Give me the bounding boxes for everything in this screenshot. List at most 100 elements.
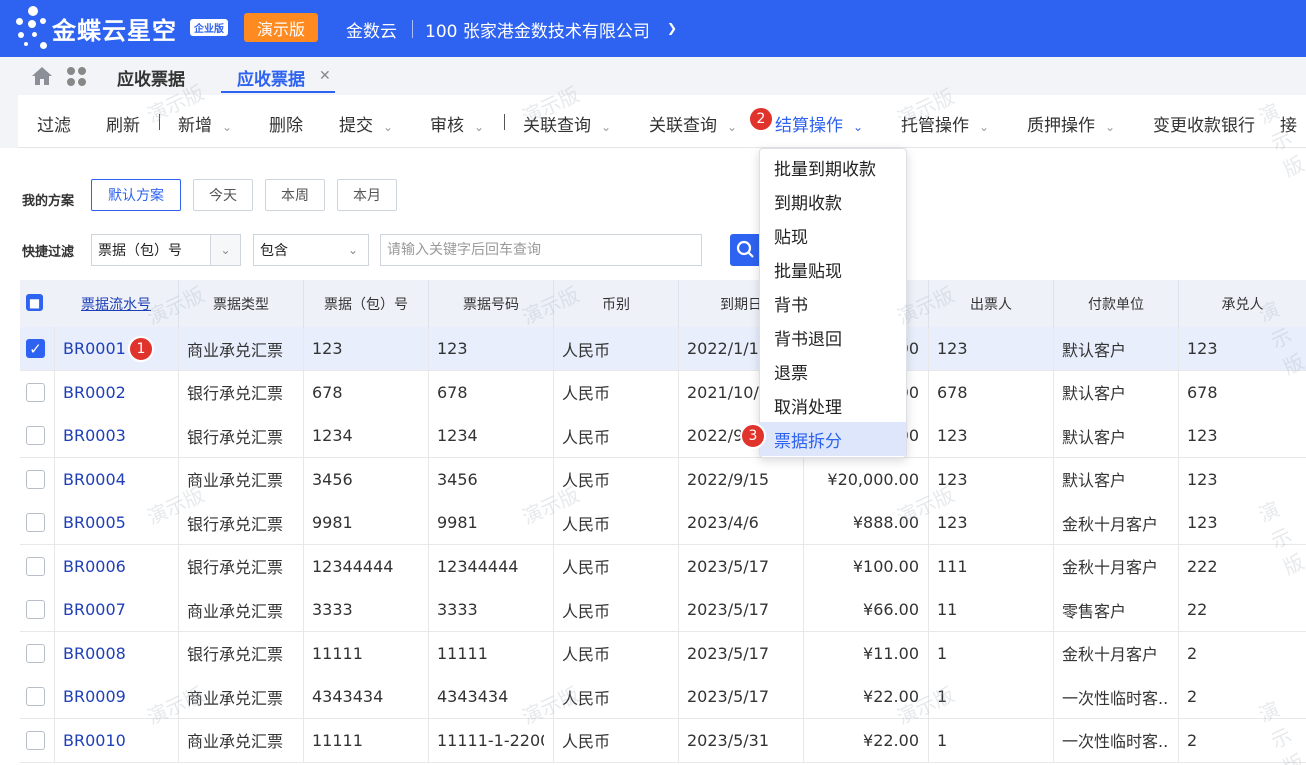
chevron-down-icon[interactable]: ⌄ xyxy=(474,120,484,134)
close-icon[interactable]: ✕ xyxy=(319,68,331,84)
cell-bill-serial[interactable]: BR0004 xyxy=(55,458,169,501)
company-selector[interactable]: 100 张家港金数技术有限公司 xyxy=(425,17,650,42)
scheme-week-button[interactable]: 本周 xyxy=(265,179,325,211)
audit-button[interactable]: 审核 ⌄ xyxy=(430,111,484,136)
custody-menu-button[interactable]: 托管操作 ⌄ xyxy=(901,111,989,136)
cell-bill-serial[interactable]: BR0005 xyxy=(55,501,169,544)
cell-bill-serial[interactable]: BR0003 xyxy=(55,414,169,457)
search-button[interactable] xyxy=(730,234,762,266)
cell-drawer: 1 xyxy=(937,730,948,750)
step-badge-3: 3 xyxy=(740,423,766,449)
menu-item-batch-discount[interactable]: 批量贴现 xyxy=(760,252,906,286)
menu-item-split-bill[interactable]: 票据拆分 xyxy=(760,422,906,456)
add-button[interactable]: 新增 ⌄ xyxy=(178,111,232,136)
cell-bill-serial[interactable]: BR0009 xyxy=(55,675,169,718)
header-bill-type[interactable]: 票据类型 xyxy=(178,280,303,327)
select-all-checkbox[interactable]: ■ xyxy=(26,294,43,311)
chevron-down-icon[interactable]: ⌄ xyxy=(979,120,989,134)
cell-bill-serial[interactable]: BR0008 xyxy=(55,632,169,675)
filter-field-select[interactable]: 票据（包）号 ⌄ xyxy=(91,234,241,266)
table-row[interactable]: BR0007 商业承兑汇票 3333 3333 人民币 2023/5/17 ¥66.00 11… xyxy=(20,588,1306,632)
row-checkbox[interactable]: ✓ xyxy=(26,339,45,358)
chevron-down-icon[interactable]: ⌄ xyxy=(338,235,368,265)
related-query-button-2[interactable]: 关联查询 ⌄ xyxy=(649,111,737,136)
table-row[interactable]: ✓ BR0001 商业承兑汇票 123 123 人民币 2022/1/1 00 123 默认客户 1… xyxy=(20,327,1306,371)
table-row[interactable]: BR0004 商业承兑汇票 3456 3456 人民币 2022/9/15 ¥20,000.… xyxy=(20,457,1306,502)
cell-drawer: 111 xyxy=(937,556,968,576)
header-acceptor[interactable]: 承兑人 xyxy=(1178,280,1306,327)
delete-button[interactable]: 删除 xyxy=(269,111,303,136)
header-payer[interactable]: 付款单位 xyxy=(1053,280,1178,327)
menu-item-discount[interactable]: 贴现 xyxy=(760,218,906,252)
header-currency[interactable]: 币别 xyxy=(553,280,678,327)
product-name[interactable]: 金数云 xyxy=(346,17,397,42)
menu-item-refund[interactable]: 退票 xyxy=(760,354,906,388)
menu-item-cancel[interactable]: 取消处理 xyxy=(760,388,906,422)
chevron-down-icon[interactable]: ⌄ xyxy=(222,120,232,134)
cell-package-no: 12344444 xyxy=(312,556,394,576)
cell-bill-serial[interactable]: BR0006 xyxy=(55,545,169,588)
home-icon[interactable] xyxy=(31,66,53,86)
table-row[interactable]: BR0002 银行承兑汇票 678 678 人民币 2021/10/00 678 默认客户 67… xyxy=(20,370,1306,415)
header-package-no[interactable]: 票据（包）号 xyxy=(303,280,428,327)
tab-receivable-bills-active[interactable]: 应收票据 xyxy=(237,65,305,90)
cell-payer: 默认客户 xyxy=(1062,427,1127,447)
scheme-today-button[interactable]: 今天 xyxy=(193,179,253,211)
row-checkbox[interactable] xyxy=(26,687,45,706)
submit-button[interactable]: 提交 ⌄ xyxy=(339,111,393,136)
related-query-button[interactable]: 关联查询 ⌄ xyxy=(523,111,611,136)
scheme-default-button[interactable]: 默认方案 xyxy=(91,179,181,211)
settlement-dropdown: 批量到期收款 到期收款 贴现 批量贴现 背书 背书退回 退票 取消处理 票据拆分 xyxy=(759,148,907,458)
cell-currency: 人民币 xyxy=(562,471,611,490)
cell-currency: 人民币 xyxy=(562,384,611,403)
chevron-down-icon[interactable]: ⌄ xyxy=(727,120,737,134)
chevron-down-icon[interactable]: ⌄ xyxy=(1105,120,1115,134)
scheme-month-button[interactable]: 本月 xyxy=(337,179,397,211)
refresh-button[interactable]: 刷新 xyxy=(106,111,140,136)
header-bill-serial[interactable]: 票据流水号 xyxy=(54,280,178,327)
edition-tag: 企业版 xyxy=(190,19,228,36)
table-row[interactable]: BR0009 商业承兑汇票 4343434 4343434 人民币 2023/5/17 ¥2… xyxy=(20,675,1306,719)
row-checkbox[interactable] xyxy=(26,426,45,445)
chevron-down-icon[interactable]: ⌄ xyxy=(853,120,863,134)
menu-item-collect[interactable]: 到期收款 xyxy=(760,184,906,218)
filter-button[interactable]: 过滤 xyxy=(37,111,71,136)
filter-operator-select[interactable]: 包含 ⌄ xyxy=(253,234,369,266)
cell-bill-serial[interactable]: BR0002 xyxy=(55,371,169,414)
header-drawer[interactable]: 出票人 xyxy=(928,280,1053,327)
settlement-menu-button[interactable]: 结算操作 ⌄ xyxy=(775,111,863,136)
menu-item-endorse[interactable]: 背书 xyxy=(760,286,906,320)
change-bank-button[interactable]: 变更收款银行 xyxy=(1153,111,1255,136)
table-row[interactable]: BR0010 商业承兑汇票 11111 11111-1-2200 人民币 2023/5/3… xyxy=(20,718,1306,763)
cell-bill-number: 11111 xyxy=(437,643,488,663)
chevron-down-icon[interactable]: ❯ xyxy=(667,21,677,35)
row-checkbox[interactable] xyxy=(26,600,45,619)
table-row[interactable]: BR0008 银行承兑汇票 11111 11111 人民币 2023/5/17 ¥11.00… xyxy=(20,631,1306,676)
row-checkbox[interactable] xyxy=(26,469,45,489)
more-toolbar-button[interactable]: 接 xyxy=(1280,111,1297,136)
cell-acceptor: 222 xyxy=(1187,556,1218,576)
menu-item-endorse-return[interactable]: 背书退回 xyxy=(760,320,906,354)
row-checkbox[interactable] xyxy=(26,730,45,750)
chevron-down-icon[interactable]: ⌄ xyxy=(601,120,611,134)
cell-amount: ¥20,000.00 xyxy=(827,469,919,489)
cell-payer: 默认客户 xyxy=(1062,471,1127,490)
table-row[interactable]: BR0006 银行承兑汇票 12344444 12344444 人民币 2023/5/17… xyxy=(20,544,1306,589)
cell-bill-serial[interactable]: BR0007 xyxy=(55,588,169,631)
search-input[interactable] xyxy=(380,234,702,266)
table-row[interactable]: BR0005 银行承兑汇票 9981 9981 人民币 2023/4/6 ¥888.00 12… xyxy=(20,501,1306,545)
cell-bill-serial[interactable]: BR0010 xyxy=(55,719,169,762)
row-checkbox[interactable] xyxy=(26,643,45,663)
apps-icon[interactable] xyxy=(67,67,87,87)
row-checkbox[interactable] xyxy=(26,513,45,532)
pledge-menu-button[interactable]: 质押操作 ⌄ xyxy=(1027,111,1115,136)
cell-bill-type: 银行承兑汇票 xyxy=(187,645,284,664)
header-bill-number[interactable]: 票据号码 xyxy=(428,280,553,327)
table-row[interactable]: BR0003 银行承兑汇票 1234 1234 人民币 2022/9 00 123 默认客户 12… xyxy=(20,414,1306,458)
tab-receivable-bills[interactable]: 应收票据 xyxy=(117,65,185,90)
row-checkbox[interactable] xyxy=(26,556,45,576)
chevron-down-icon[interactable]: ⌄ xyxy=(383,120,393,134)
menu-item-batch-collect[interactable]: 批量到期收款 xyxy=(760,150,906,184)
row-checkbox[interactable] xyxy=(26,382,45,402)
chevron-down-icon[interactable]: ⌄ xyxy=(210,235,240,265)
